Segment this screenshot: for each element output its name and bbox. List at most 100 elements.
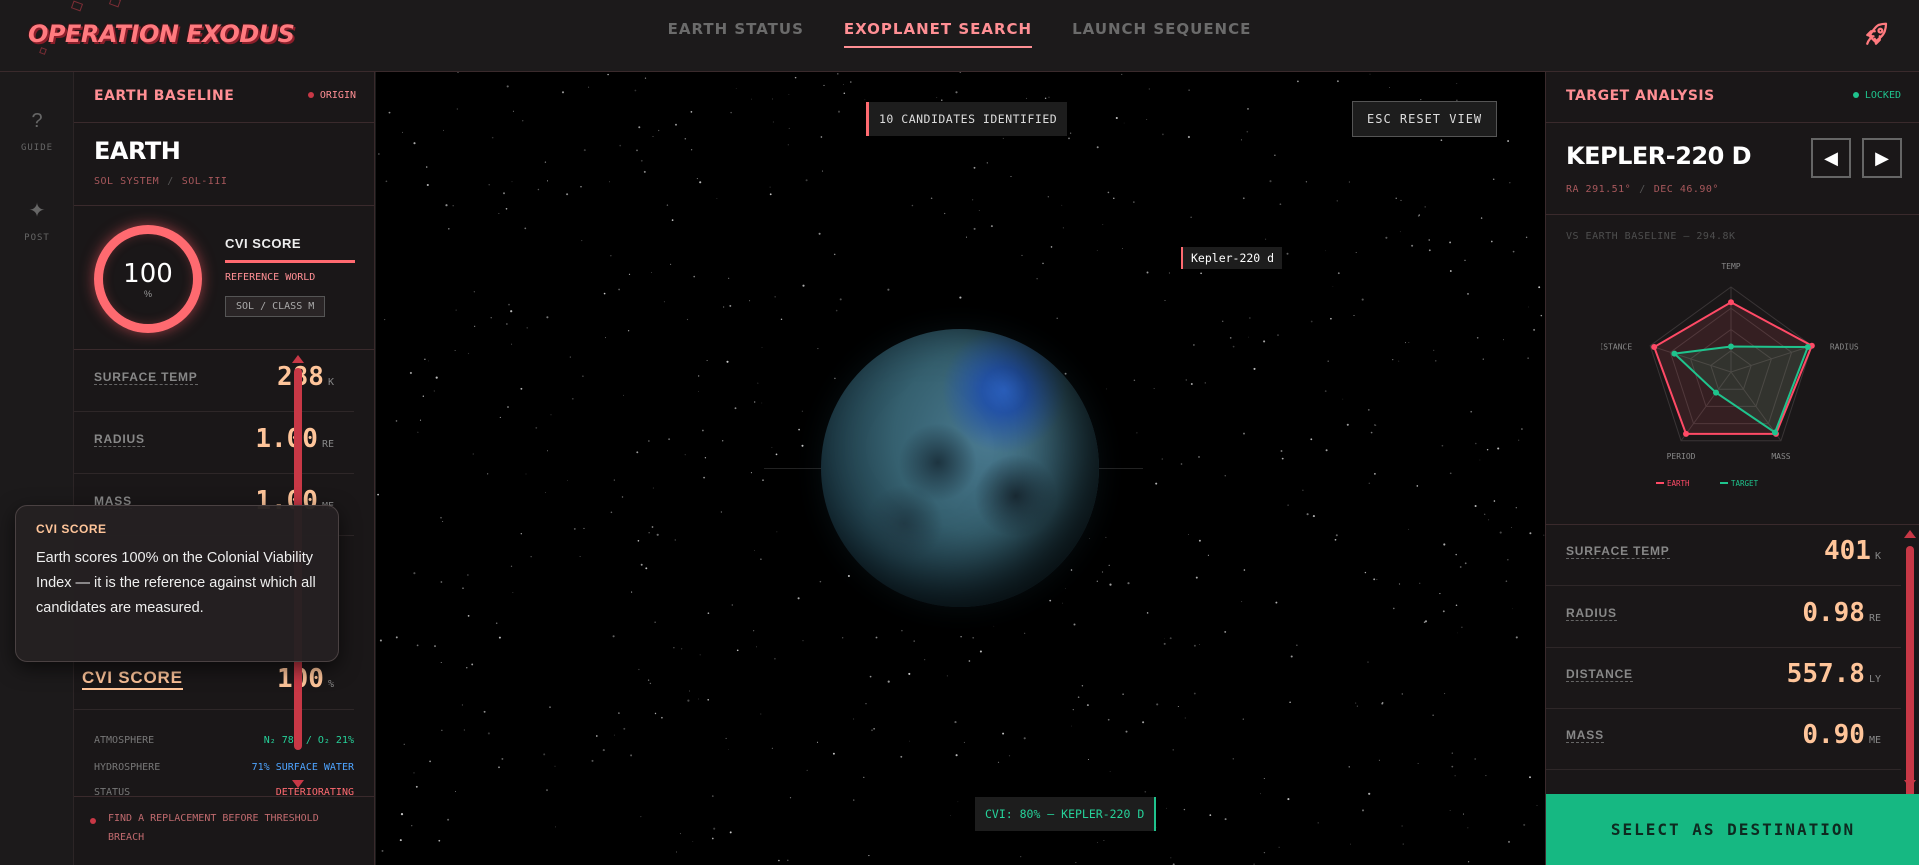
star: [1155, 482, 1158, 485]
star: [1512, 608, 1513, 610]
planet-globe[interactable]: [821, 329, 1099, 607]
post-button[interactable]: ✦ POST: [0, 198, 74, 245]
star: [399, 839, 402, 842]
scroll-up-icon[interactable]: [292, 355, 304, 363]
value-unit: RE: [1868, 613, 1881, 624]
star: [1148, 88, 1150, 90]
star: [1411, 244, 1414, 247]
star: [1378, 759, 1380, 761]
star: [1355, 702, 1357, 704]
star: [1374, 424, 1376, 426]
star: [1456, 632, 1458, 634]
stat-row-radius[interactable]: RADIUS 0.98 RE: [1546, 586, 1901, 648]
star: [384, 319, 386, 321]
star: [1020, 856, 1022, 858]
star: [1109, 583, 1112, 586]
star: [652, 487, 654, 489]
stat-row-mass[interactable]: MASS 0.90 ME: [1546, 708, 1901, 770]
star: [610, 511, 613, 514]
next-target-button[interactable]: ▶: [1862, 138, 1902, 178]
star: [1101, 571, 1104, 573]
star: [546, 789, 548, 792]
star: [666, 204, 669, 206]
star: [774, 657, 776, 660]
star: [1417, 763, 1419, 765]
star: [1274, 154, 1276, 156]
space-viewport[interactable]: 10 CANDIDATES IDENTIFIED ESC RESET VIEW …: [376, 72, 1545, 865]
cvi-title: CVI SCORE: [225, 236, 302, 251]
reset-view-button[interactable]: ESC RESET VIEW: [1352, 101, 1498, 137]
info-status: STATUS DETERIORATING: [94, 787, 354, 795]
star: [754, 401, 756, 403]
star: [588, 86, 590, 88]
star: [424, 358, 426, 361]
star: [645, 567, 648, 570]
radar-target-point: [1671, 350, 1678, 357]
star: [1102, 224, 1104, 225]
planet-label[interactable]: Kepler-220 d: [1181, 247, 1283, 269]
star: [1424, 206, 1426, 208]
star: [1368, 482, 1371, 485]
star: [729, 304, 732, 307]
guide-button[interactable]: ? GUIDE: [0, 110, 74, 155]
star: [722, 440, 724, 442]
stat-row-surface-temp[interactable]: SURFACE TEMP 288K: [74, 350, 354, 412]
star: [462, 587, 464, 590]
star: [471, 663, 474, 666]
star: [1096, 250, 1098, 251]
star: [508, 303, 510, 306]
star: [1482, 358, 1484, 360]
stat-value: 288K: [277, 362, 334, 392]
radar-target-point: [1771, 429, 1778, 436]
tab-launch-sequence[interactable]: LAUNCH SEQUENCE: [1072, 20, 1251, 48]
star: [1428, 249, 1431, 252]
star: [1071, 725, 1072, 727]
star: [1188, 89, 1190, 91]
value-number: 557.8: [1786, 659, 1865, 689]
star: [495, 622, 498, 625]
tab-exoplanet-search[interactable]: EXOPLANET SEARCH: [843, 20, 1033, 48]
star: [1146, 271, 1149, 274]
stat-row-distance[interactable]: DISTANCE 557.8 LY: [1546, 647, 1901, 709]
star: [816, 741, 819, 743]
star: [756, 646, 757, 648]
scroll-down-icon[interactable]: [292, 780, 304, 788]
star: [679, 833, 681, 835]
stat-row-surface-temp[interactable]: SURFACE TEMP 401 K: [1546, 524, 1901, 586]
radar-axis-label: PERIOD: [1667, 452, 1696, 461]
star: [1289, 701, 1291, 703]
star: [806, 769, 808, 771]
star: [1302, 489, 1304, 491]
star: [1087, 759, 1089, 760]
star: [634, 89, 637, 92]
class-badge: SOL / CLASS M: [225, 296, 326, 317]
prev-target-button[interactable]: ◀: [1811, 138, 1851, 178]
star: [1290, 655, 1293, 658]
star: [466, 667, 468, 669]
tab-earth-status[interactable]: EARTH STATUS: [668, 20, 804, 48]
star: [978, 210, 980, 211]
scroll-up-icon[interactable]: [1904, 530, 1916, 538]
star: [467, 574, 469, 576]
star: [1330, 317, 1332, 320]
star: [1170, 857, 1172, 859]
star: [621, 496, 624, 498]
star: [1125, 730, 1128, 733]
select-destination-button[interactable]: SELECT AS DESTINATION: [1546, 794, 1919, 865]
star: [670, 263, 672, 265]
star: [1142, 721, 1145, 724]
rocket-icon[interactable]: [1861, 20, 1891, 50]
scrollbar-thumb[interactable]: [1906, 546, 1914, 813]
radar-earth-point: [1651, 344, 1658, 351]
star: [1086, 704, 1089, 707]
stat-row-cvi-score[interactable]: CVI SCORE 100%: [74, 654, 354, 710]
star: [1342, 398, 1344, 400]
scroll-down-icon[interactable]: [1904, 780, 1916, 788]
star: [395, 420, 398, 422]
star: [554, 765, 556, 767]
star: [520, 387, 523, 390]
star: [704, 457, 707, 459]
logo-decoration: [39, 47, 47, 55]
stat-row-radius[interactable]: RADIUS 1.00 RE: [74, 412, 354, 474]
star: [1470, 410, 1473, 413]
